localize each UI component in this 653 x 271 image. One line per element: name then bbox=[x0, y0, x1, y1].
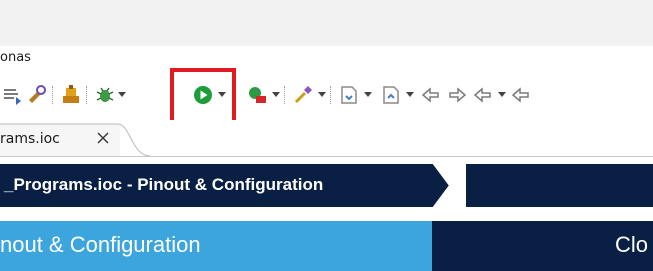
window-titlebar bbox=[0, 0, 653, 46]
chevron-down-icon[interactable] bbox=[406, 90, 414, 98]
back-arrow-icon[interactable] bbox=[446, 84, 468, 106]
chevron-down-icon[interactable] bbox=[498, 90, 506, 98]
forward-arrow-icon[interactable] bbox=[472, 84, 494, 106]
pinout-configuration-label: nout & Configuration bbox=[0, 232, 201, 257]
toolbar-separator bbox=[284, 86, 287, 104]
build-config-icon[interactable] bbox=[26, 84, 48, 106]
build-icon[interactable] bbox=[60, 84, 82, 106]
menu-bar: onas bbox=[0, 46, 653, 70]
previous-annotation-icon[interactable] bbox=[380, 84, 402, 106]
breadcrumb-label: _Programs.ioc - Pinout & Configuration bbox=[4, 175, 324, 194]
chevron-down-icon[interactable] bbox=[318, 90, 326, 98]
breadcrumb-chevron-icon bbox=[426, 164, 466, 207]
format-icon[interactable] bbox=[2, 84, 24, 106]
last-edit-location-icon[interactable] bbox=[420, 84, 442, 106]
pin-editor-icon[interactable] bbox=[292, 84, 314, 106]
close-icon[interactable] bbox=[95, 130, 111, 146]
clock-configuration-label: Clo bbox=[615, 232, 649, 257]
spacer bbox=[0, 207, 653, 221]
navigate-forward-icon[interactable] bbox=[510, 84, 532, 106]
menu-item-partial[interactable]: onas bbox=[0, 50, 31, 65]
external-tools-icon[interactable] bbox=[246, 84, 268, 106]
next-annotation-icon[interactable] bbox=[338, 84, 360, 106]
toolbar-separator bbox=[52, 86, 55, 104]
editor-tab-label: rams.ioc bbox=[0, 131, 60, 147]
toolbar-separator bbox=[86, 86, 89, 104]
debug-bug-icon[interactable] bbox=[94, 84, 116, 106]
tab-divider bbox=[0, 156, 653, 157]
chevron-down-icon[interactable] bbox=[118, 90, 126, 98]
chevron-down-icon[interactable] bbox=[272, 90, 280, 98]
toolbar-separator bbox=[330, 86, 333, 104]
run-button-highlight bbox=[170, 68, 236, 125]
chevron-down-icon[interactable] bbox=[364, 90, 372, 98]
